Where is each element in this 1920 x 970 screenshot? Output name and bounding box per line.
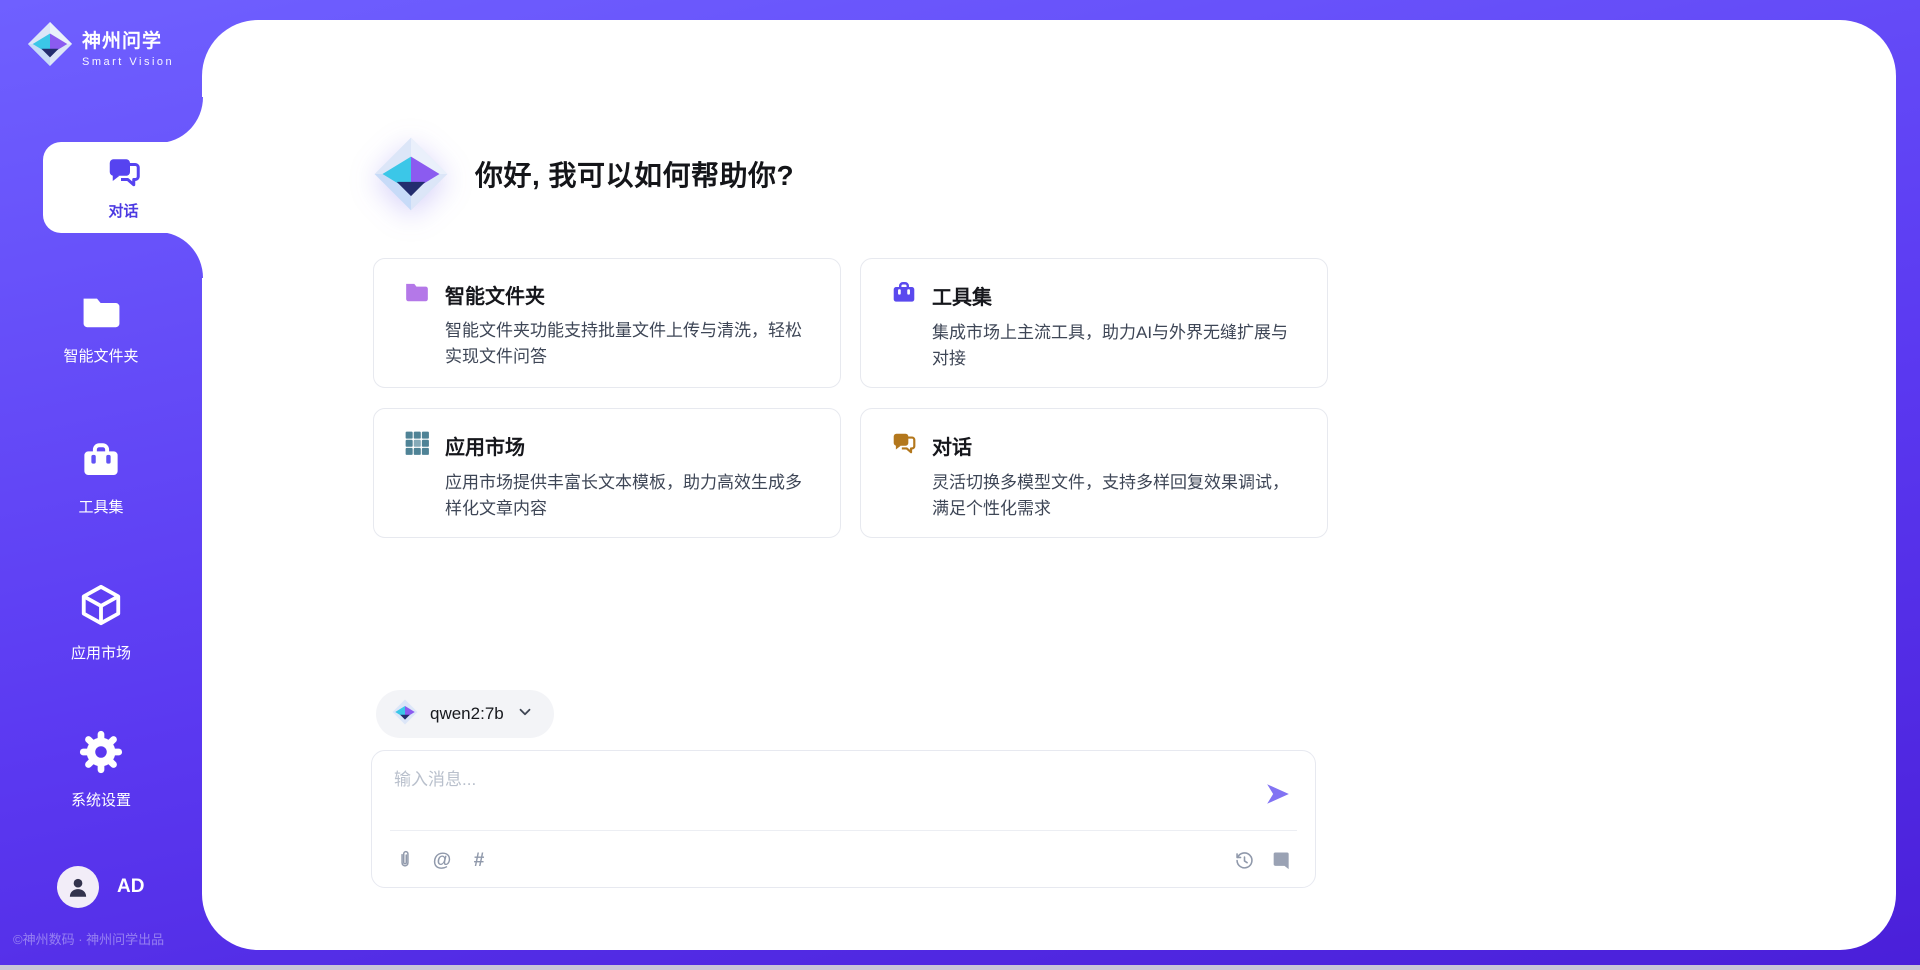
greeting-title: 你好, 我可以如何帮助你?	[475, 154, 794, 194]
card-app-market[interactable]: 应用市场 应用市场提供丰富长文本模板，助力高效生成多样化文章内容	[373, 408, 841, 538]
feature-cards: 智能文件夹 智能文件夹功能支持批量文件上传与清洗，轻松实现文件问答 工具集 集成…	[373, 258, 1328, 538]
message-input[interactable]	[394, 765, 1254, 823]
app-root: 对话 神州问学 Smart Vision	[0, 0, 1920, 970]
card-description: 应用市场提供丰富长文本模板，助力高效生成多样化文章内容	[404, 470, 810, 523]
user-name: AD	[117, 876, 144, 898]
grid-icon	[404, 430, 430, 461]
card-description: 智能文件夹功能支持批量文件上传与清洗，轻松实现文件问答	[404, 318, 810, 371]
folder-icon	[404, 280, 430, 309]
greeting-hero: 你好, 我可以如何帮助你?	[373, 136, 794, 212]
brand-logo-icon	[27, 21, 73, 72]
copyright-footer: ©神州数码 · 神州问学出品	[13, 929, 164, 948]
folder-icon	[80, 293, 123, 336]
hash-icon[interactable]: #	[468, 849, 490, 871]
toolbox-icon	[891, 280, 917, 311]
brand-tagline: Smart Vision	[82, 56, 174, 68]
card-smart-folder[interactable]: 智能文件夹 智能文件夹功能支持批量文件上传与清洗，轻松实现文件问答	[373, 258, 841, 388]
assistant-logo-icon	[373, 136, 449, 212]
at-icon[interactable]: @	[431, 849, 453, 871]
message-composer: @ #	[371, 750, 1316, 888]
message-icon[interactable]	[1271, 849, 1293, 871]
sidebar-item-label: 系统设置	[71, 789, 131, 810]
sidebar-item-app-market[interactable]: 应用市场	[0, 582, 202, 663]
card-title: 工具集	[932, 281, 992, 310]
paperclip-icon[interactable]	[394, 849, 416, 871]
card-description: 集成市场上主流工具，助力AI与外界无缝扩展与对接	[891, 320, 1297, 373]
bottom-edge-strip	[0, 965, 1920, 970]
brand-name: 神州问学	[82, 26, 174, 53]
sidebar: 神州问学 Smart Vision 智能文件夹 工具集	[0, 0, 202, 970]
sidebar-item-smart-folder[interactable]: 智能文件夹	[0, 293, 202, 366]
card-chat[interactable]: 对话 灵活切换多模型文件，支持多样回复效果调试，满足个性化需求	[860, 408, 1328, 538]
history-icon[interactable]	[1233, 849, 1255, 871]
sidebar-item-toolset[interactable]: 工具集	[0, 440, 202, 517]
card-title: 智能文件夹	[445, 280, 545, 309]
model-selector[interactable]: qwen2:7b	[376, 690, 554, 738]
card-toolset[interactable]: 工具集 集成市场上主流工具，助力AI与外界无缝扩展与对接	[860, 258, 1328, 388]
sidebar-item-label: 工具集	[78, 496, 123, 517]
toolbox-icon	[80, 440, 122, 487]
chat-icon	[891, 430, 917, 461]
user-account[interactable]: AD	[0, 866, 202, 908]
sidebar-item-label: 智能文件夹	[63, 345, 138, 366]
chevron-down-icon	[516, 703, 534, 726]
composer-divider	[390, 830, 1297, 831]
card-title: 应用市场	[445, 431, 525, 460]
avatar	[57, 866, 99, 908]
gear-icon	[78, 729, 124, 780]
send-icon[interactable]	[1265, 781, 1291, 807]
cube-icon	[78, 582, 124, 633]
sidebar-item-label: 应用市场	[71, 642, 131, 663]
card-description: 灵活切换多模型文件，支持多样回复效果调试，满足个性化需求	[891, 470, 1297, 523]
sidebar-item-settings[interactable]: 系统设置	[0, 729, 202, 810]
brand: 神州问学 Smart Vision	[27, 21, 174, 72]
model-name: qwen2:7b	[430, 704, 504, 724]
card-title: 对话	[932, 431, 972, 460]
model-logo-icon	[392, 699, 418, 730]
